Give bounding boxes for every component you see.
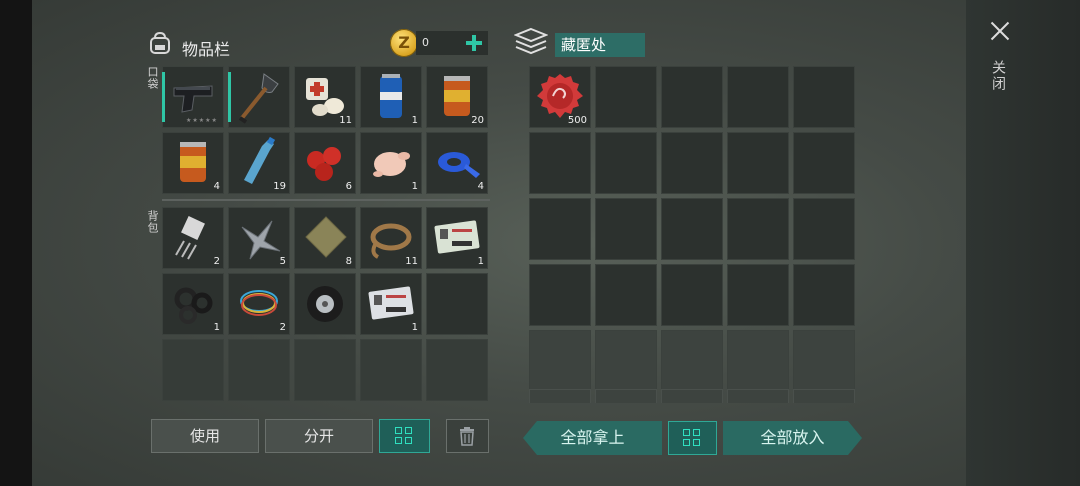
- inventory-slot[interactable]: [228, 66, 290, 128]
- stash-slot[interactable]: [727, 132, 789, 194]
- backpack-label: 背包: [146, 210, 159, 234]
- item-quantity: 2: [279, 322, 286, 333]
- inventory-slot[interactable]: 2: [162, 207, 224, 269]
- stash-slot[interactable]: [727, 264, 789, 326]
- item-quantity: 1: [477, 256, 484, 267]
- inventory-slot[interactable]: [294, 339, 356, 401]
- use-button[interactable]: 使用: [151, 419, 259, 453]
- backpack-icon: [150, 31, 170, 54]
- inventory-slot[interactable]: 1: [360, 66, 422, 128]
- stash-slot[interactable]: [661, 132, 723, 194]
- coin-icon: Z: [390, 29, 418, 57]
- stash-slot[interactable]: [661, 330, 723, 392]
- inventory-slot[interactable]: 20: [426, 66, 488, 128]
- stash-slot[interactable]: [793, 198, 855, 260]
- inventory-slot[interactable]: 4: [162, 132, 224, 194]
- inventory-slot[interactable]: [426, 273, 488, 335]
- tire-icon: [307, 286, 343, 322]
- stash-slot[interactable]: [727, 330, 789, 392]
- stash-stack-icon: [514, 27, 548, 55]
- item-quantity: 11: [339, 115, 352, 126]
- inventory-slot[interactable]: 6: [294, 132, 356, 194]
- stash-slot[interactable]: [595, 264, 657, 326]
- inventory-slot[interactable]: 1: [162, 273, 224, 335]
- pocket-grid: ★★★★★ 11 1 20 4 19 6 1 4: [162, 66, 488, 194]
- item-quantity: 1: [411, 181, 418, 192]
- item-quantity: 8: [345, 256, 352, 267]
- quality-stars: ★★★★★: [186, 117, 218, 124]
- item-quantity: 1: [411, 322, 418, 333]
- stash-slot[interactable]: [661, 198, 723, 260]
- inventory-slot[interactable]: 1: [360, 132, 422, 194]
- stash-slot[interactable]: [727, 198, 789, 260]
- stash-slot[interactable]: [661, 66, 723, 128]
- close-button[interactable]: [986, 18, 1014, 46]
- inventory-slot[interactable]: [228, 339, 290, 401]
- inventory-slot[interactable]: 11: [360, 207, 422, 269]
- stash-slot[interactable]: [661, 264, 723, 326]
- currency-value: 0: [422, 36, 429, 49]
- inventory-slot[interactable]: 4: [426, 132, 488, 194]
- inventory-slot[interactable]: 2: [228, 273, 290, 335]
- stash-slot[interactable]: [529, 198, 591, 260]
- inventory-slot[interactable]: 8: [294, 207, 356, 269]
- backpack-grid: 2 5 8 11 1 1 2 1: [162, 207, 488, 401]
- split-button[interactable]: 分开: [265, 419, 373, 453]
- stash-slot[interactable]: [793, 264, 855, 326]
- inventory-slot[interactable]: 1: [360, 273, 422, 335]
- close-label: 关闭: [990, 60, 1006, 92]
- stash-scroll-peek[interactable]: [529, 389, 857, 403]
- inventory-slot[interactable]: 11: [294, 66, 356, 128]
- inventory-slot[interactable]: [294, 273, 356, 335]
- item-quantity: 2: [213, 256, 220, 267]
- section-divider: [162, 199, 490, 201]
- item-quantity: 1: [411, 115, 418, 126]
- inventory-slot[interactable]: [162, 339, 224, 401]
- inventory-slot[interactable]: 5: [228, 207, 290, 269]
- stash-title[interactable]: 藏匿处: [555, 33, 645, 57]
- stash-slot[interactable]: [595, 330, 657, 392]
- inventory-slot[interactable]: 1: [426, 207, 488, 269]
- stash-slot[interactable]: [793, 132, 855, 194]
- item-quantity: 20: [471, 115, 484, 126]
- stash-slot[interactable]: [595, 66, 657, 128]
- inventory-slot[interactable]: ★★★★★: [162, 66, 224, 128]
- stash-slot[interactable]: [595, 198, 657, 260]
- item-quantity: 6: [345, 181, 352, 192]
- sort-stash-button[interactable]: [668, 421, 717, 455]
- stash-grid: 500: [529, 66, 855, 392]
- side-panel: [966, 0, 1080, 486]
- stash-slot[interactable]: [727, 66, 789, 128]
- stash-slot[interactable]: [793, 330, 855, 392]
- trash-icon: [460, 427, 474, 446]
- stash-slot[interactable]: [529, 330, 591, 392]
- shovel-icon: [238, 73, 279, 124]
- delete-button[interactable]: [446, 419, 489, 453]
- add-currency-button[interactable]: [462, 31, 486, 55]
- inventory-slot[interactable]: [426, 339, 488, 401]
- item-quantity: 19: [273, 181, 286, 192]
- pocket-label: 口袋: [146, 66, 159, 90]
- item-quantity: 500: [567, 115, 587, 126]
- item-quantity: 1: [213, 322, 220, 333]
- item-quantity: 4: [213, 181, 220, 192]
- take-all-button[interactable]: 全部拿上: [523, 421, 662, 455]
- item-quantity: 5: [279, 256, 286, 267]
- grid-sort-icon: [395, 427, 413, 445]
- item-quantity: 11: [405, 256, 418, 267]
- put-all-button[interactable]: 全部放入: [723, 421, 862, 455]
- stash-slot[interactable]: [595, 132, 657, 194]
- stash-slot[interactable]: 500: [529, 66, 591, 128]
- sort-inventory-button[interactable]: [379, 419, 430, 453]
- grid-sort-icon: [683, 429, 701, 447]
- inventory-title: 物品栏: [182, 40, 231, 59]
- stash-slot[interactable]: [529, 132, 591, 194]
- stash-slot[interactable]: [793, 66, 855, 128]
- stash-slot[interactable]: [529, 264, 591, 326]
- inventory-slot[interactable]: 19: [228, 132, 290, 194]
- inventory-slot[interactable]: [360, 339, 422, 401]
- item-quantity: 4: [477, 181, 484, 192]
